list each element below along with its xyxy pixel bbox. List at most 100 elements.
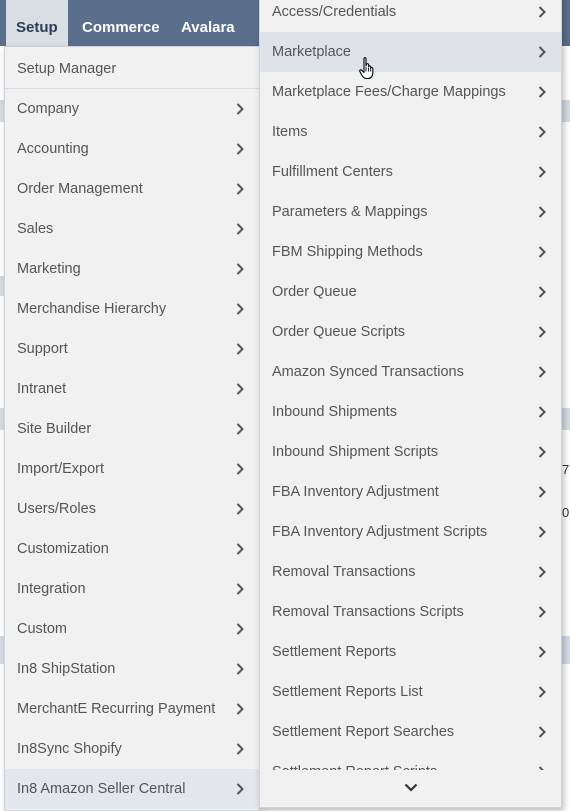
- menu-item-label: Custom: [17, 621, 67, 637]
- chevron-right-icon: [537, 672, 547, 712]
- setup-menu-item-sales[interactable]: Sales: [5, 209, 259, 249]
- chevron-right-icon: [235, 649, 245, 689]
- scroll-down-button[interactable]: [260, 775, 561, 799]
- submenu-item-order-queue-scripts[interactable]: Order Queue Scripts: [260, 312, 561, 352]
- chevron-right-icon: [537, 472, 547, 512]
- menu-item-label: Integration: [17, 581, 86, 597]
- chevron-right-icon: [537, 512, 547, 552]
- menu-item-label: Removal Transactions Scripts: [272, 604, 464, 620]
- nav-tab-setup[interactable]: Setup: [6, 0, 68, 46]
- submenu-item-items[interactable]: Items: [260, 112, 561, 152]
- setup-menu-item-marketing[interactable]: Marketing: [5, 249, 259, 289]
- menu-item-label: Inbound Shipments: [272, 404, 397, 420]
- setup-menu-item-in8-shipstation[interactable]: In8 ShipStation: [5, 649, 259, 689]
- setup-menu-item-intranet[interactable]: Intranet: [5, 369, 259, 409]
- chevron-right-icon: [537, 712, 547, 752]
- submenu-item-fba-inventory-adjustment[interactable]: FBA Inventory Adjustment: [260, 472, 561, 512]
- setup-menu-item-setup-manager[interactable]: Setup Manager: [5, 49, 259, 89]
- menu-item-label: FBA Inventory Adjustment: [272, 484, 439, 500]
- submenu-item-inbound-shipment-scripts[interactable]: Inbound Shipment Scripts: [260, 432, 561, 472]
- amazon-seller-central-submenu: Settlement Report Scripts Settlement Repo…: [259, 0, 562, 808]
- chevron-right-icon: [235, 769, 245, 809]
- setup-menu-item-custom[interactable]: Custom: [5, 609, 259, 649]
- submenu-item-marketplace-fees-charge-mappings[interactable]: Marketplace Fees/Charge Mappings: [260, 72, 561, 112]
- setup-menu-item-in8sync-shopify[interactable]: In8Sync Shopify: [5, 729, 259, 769]
- chevron-right-icon: [235, 329, 245, 369]
- submenu-item-fulfillment-centers[interactable]: Fulfillment Centers: [260, 152, 561, 192]
- chevron-right-icon: [235, 729, 245, 769]
- submenu-item-settlement-reports-list[interactable]: Settlement Reports List: [260, 672, 561, 712]
- chevron-right-icon: [537, 72, 547, 112]
- submenu-item-order-queue[interactable]: Order Queue: [260, 272, 561, 312]
- setup-menu-item-site-builder[interactable]: Site Builder: [5, 409, 259, 449]
- chevron-right-icon: [235, 209, 245, 249]
- chevron-right-icon: [537, 592, 547, 632]
- setup-menu-item-import-export[interactable]: Import/Export: [5, 449, 259, 489]
- menu-item-label: Fulfillment Centers: [272, 164, 393, 180]
- submenu-item-parameters-and-mappings[interactable]: Parameters & Mappings: [260, 192, 561, 232]
- chevron-right-icon: [537, 632, 547, 672]
- menu-item-label: Amazon Synced Transactions: [272, 364, 464, 380]
- chevron-right-icon: [537, 232, 547, 272]
- menu-item-label: Import/Export: [17, 461, 105, 477]
- setup-menu-item-merchante-recurring-payment[interactable]: MerchantE Recurring Payment: [5, 689, 259, 729]
- menu-item-label: In8Sync Shopify: [17, 741, 122, 757]
- chevron-right-icon: [537, 432, 547, 472]
- nav-tab-commerce[interactable]: Commerce: [72, 0, 170, 46]
- menu-item-label: Setup Manager: [17, 61, 117, 77]
- submenu-item-marketplace[interactable]: Marketplace: [260, 32, 561, 72]
- chevron-right-icon: [235, 569, 245, 609]
- setup-menu-item-accounting[interactable]: Accounting: [5, 129, 259, 169]
- setup-menu-item-order-management[interactable]: Order Management: [5, 169, 259, 209]
- menu-item-label: Marketplace Fees/Charge Mappings: [272, 84, 506, 100]
- chevron-right-icon: [235, 169, 245, 209]
- submenu-item-fba-inventory-adjustment-scripts[interactable]: FBA Inventory Adjustment Scripts: [260, 512, 561, 552]
- menu-item-label: Merchandise Hierarchy: [17, 301, 167, 317]
- submenu-item-settlement-report-searches[interactable]: Settlement Report Searches: [260, 712, 561, 752]
- menu-item-label: Customization: [17, 541, 109, 557]
- setup-menu-item-customization[interactable]: Customization: [5, 529, 259, 569]
- submenu-item-fbm-shipping-methods[interactable]: FBM Shipping Methods: [260, 232, 561, 272]
- chevron-down-icon: [404, 783, 417, 792]
- chevron-right-icon: [235, 609, 245, 649]
- chevron-right-icon: [235, 369, 245, 409]
- setup-menu-item-users-roles[interactable]: Users/Roles: [5, 489, 259, 529]
- menu-item-label: Settlement Report Searches: [272, 724, 455, 740]
- menu-item-label: Site Builder: [17, 421, 92, 437]
- chevron-right-icon: [235, 89, 245, 129]
- chevron-right-icon: [537, 152, 547, 192]
- setup-menu-item-in8-amazon-seller-central[interactable]: In8 Amazon Seller Central: [5, 769, 259, 809]
- submenu-item-inbound-shipments[interactable]: Inbound Shipments: [260, 392, 561, 432]
- submenu-item-settlement-report-scripts[interactable]: Settlement Report Scripts: [260, 752, 561, 770]
- menu-item-label: Order Management: [17, 181, 143, 197]
- menu-item-label: Access/Credentials: [272, 4, 397, 20]
- menu-item-label: Users/Roles: [17, 501, 96, 517]
- menu-item-label: Company: [17, 101, 80, 117]
- submenu-item-amazon-synced-transactions[interactable]: Amazon Synced Transactions: [260, 352, 561, 392]
- menu-item-label: Sales: [17, 221, 54, 237]
- menu-item-label: FBM Shipping Methods: [272, 244, 423, 260]
- chevron-right-icon: [537, 352, 547, 392]
- setup-menu-item-merchandise-hierarchy[interactable]: Merchandise Hierarchy: [5, 289, 259, 329]
- setup-menu-item-integration[interactable]: Integration: [5, 569, 259, 609]
- submenu-item-removal-transactions-scripts[interactable]: Removal Transactions Scripts: [260, 592, 561, 632]
- chevron-right-icon: [537, 752, 547, 770]
- menu-item-label: Accounting: [17, 141, 89, 157]
- menu-item-label: MerchantE Recurring Payment: [17, 701, 216, 717]
- submenu-item-removal-transactions[interactable]: Removal Transactions: [260, 552, 561, 592]
- submenu-item-access-credentials[interactable]: Access/Credentials: [260, 0, 561, 32]
- chevron-right-icon: [235, 449, 245, 489]
- nav-tab-avalara[interactable]: Avalara: [171, 0, 245, 46]
- chevron-right-icon: [537, 32, 547, 72]
- menu-item-label: Settlement Reports List: [272, 684, 423, 700]
- bg-edge-text: 7: [562, 462, 570, 477]
- chevron-right-icon: [235, 249, 245, 289]
- setup-menu-item-support[interactable]: Support: [5, 329, 259, 369]
- chevron-right-icon: [235, 409, 245, 449]
- menu-item-label: Items: [272, 124, 308, 140]
- submenu-item-settlement-reports[interactable]: Settlement Reports: [260, 632, 561, 672]
- chevron-right-icon: [235, 489, 245, 529]
- setup-menu-item-company[interactable]: Company: [5, 89, 259, 129]
- menu-item-label: Removal Transactions: [272, 564, 416, 580]
- menu-item-label: Settlement Reports: [272, 644, 397, 660]
